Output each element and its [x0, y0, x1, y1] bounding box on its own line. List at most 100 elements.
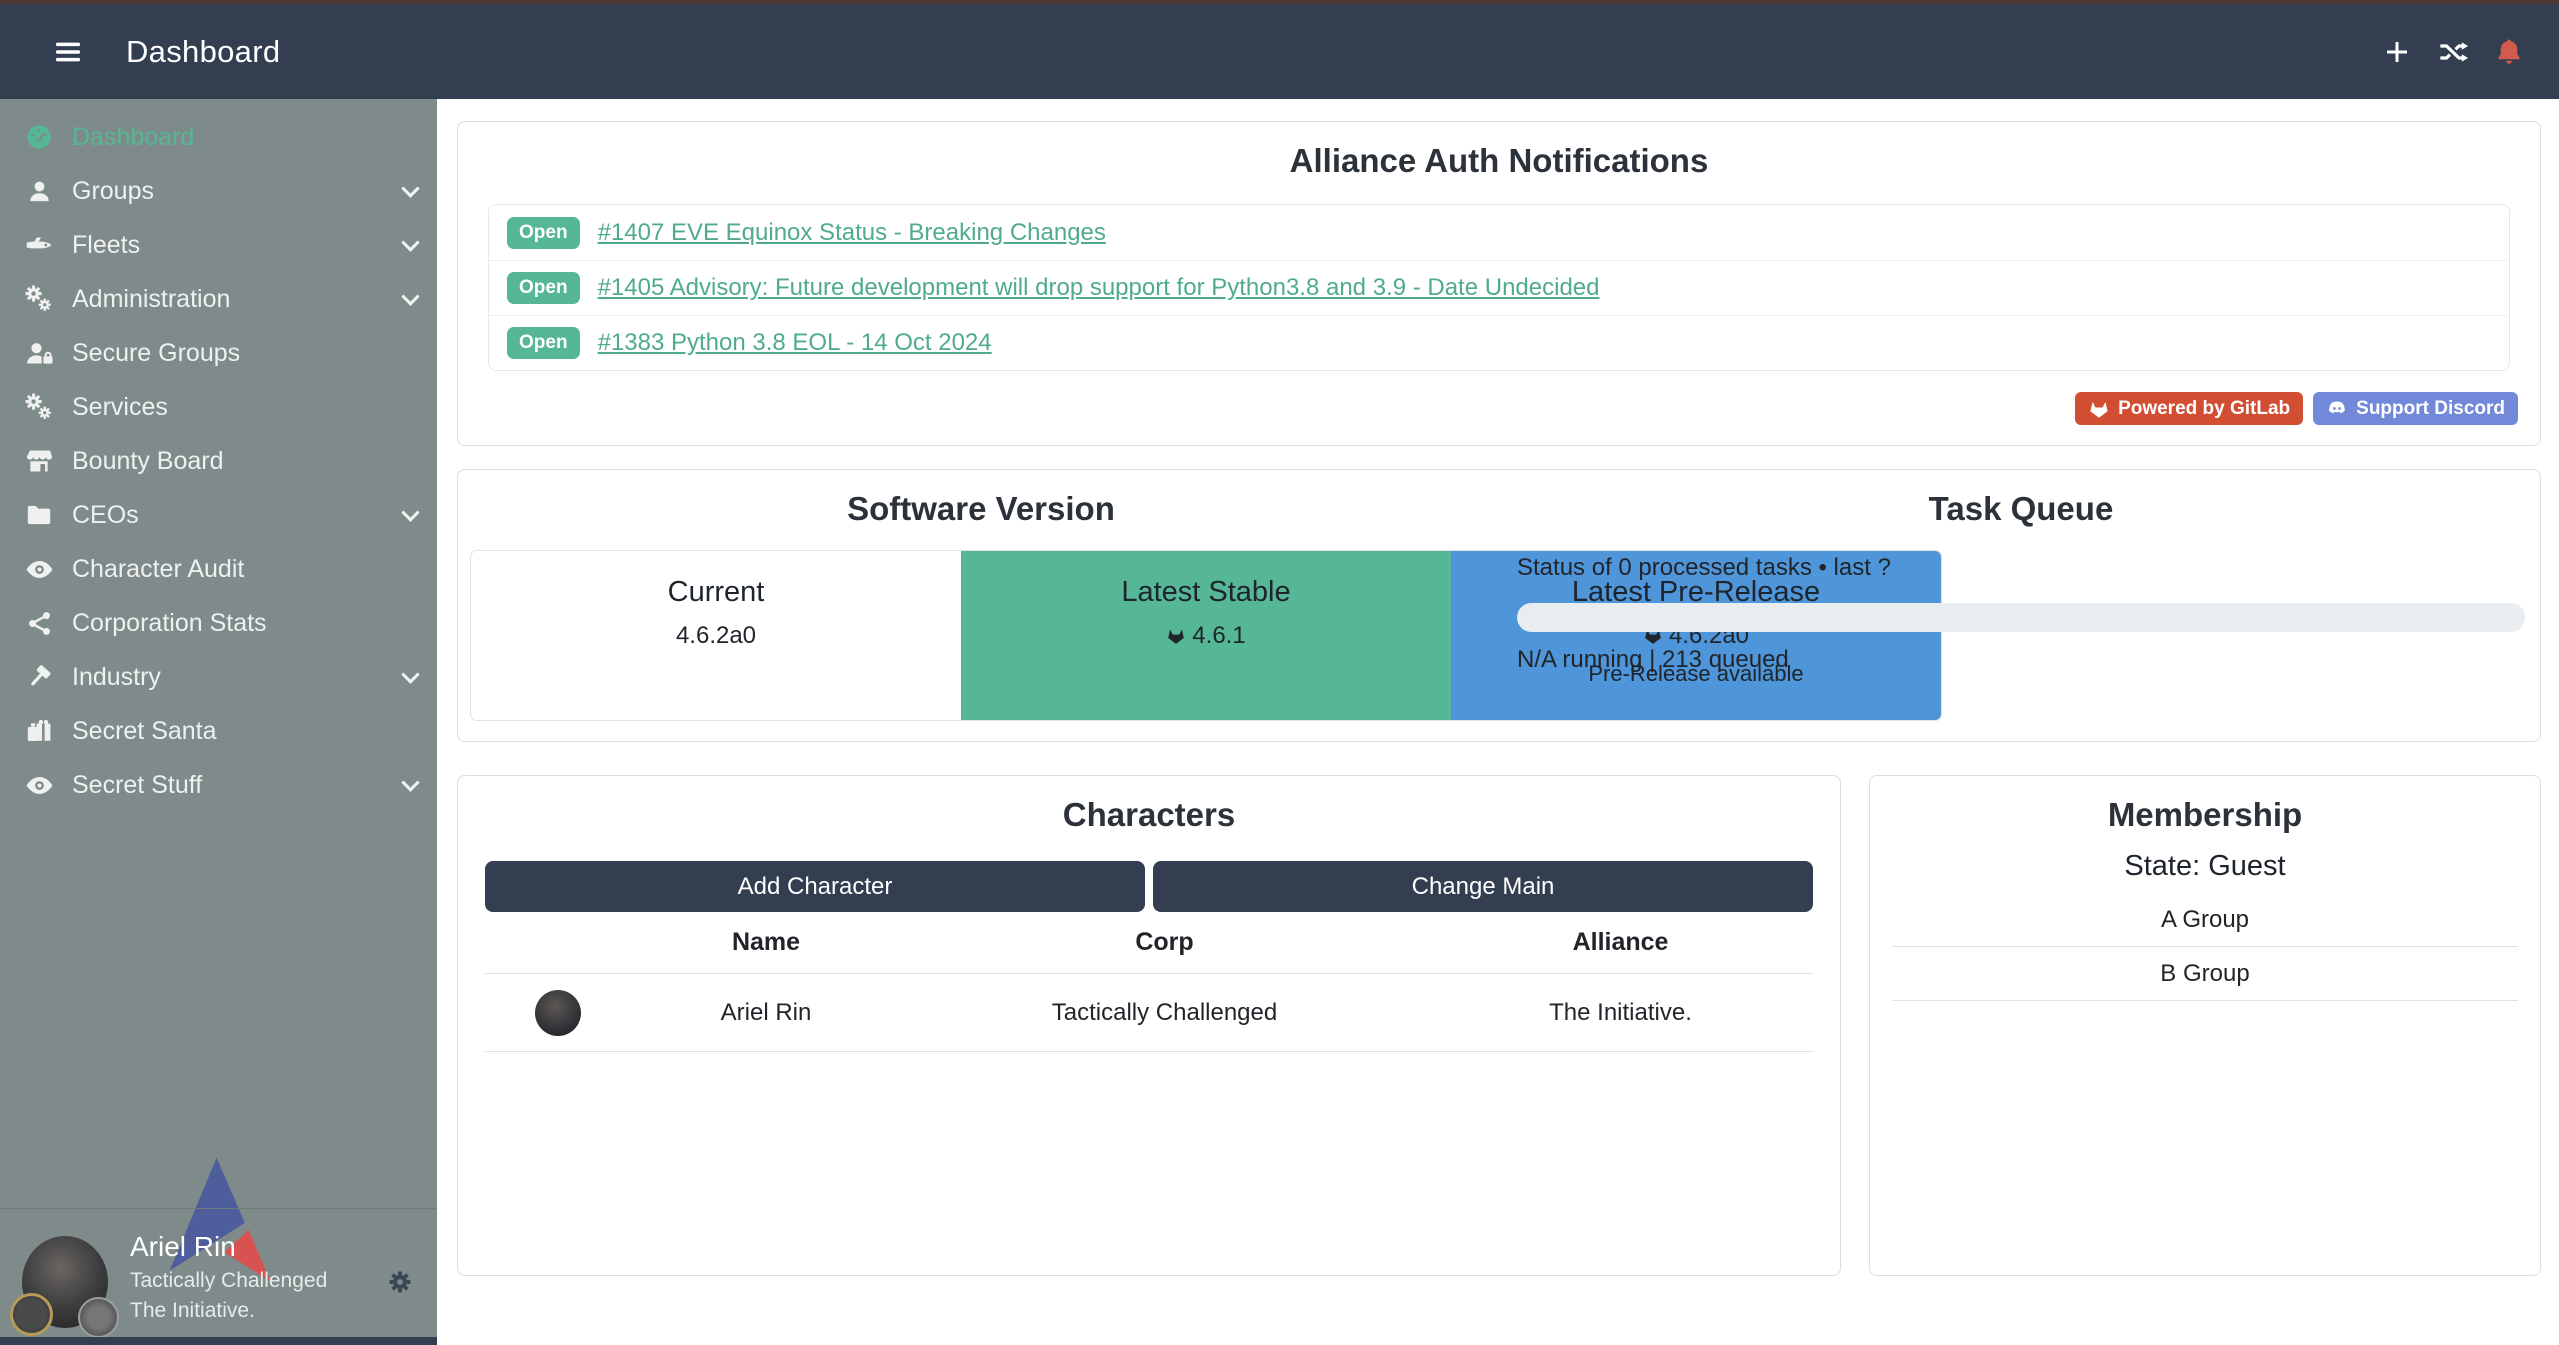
eye-icon [22, 770, 56, 800]
user-icon [22, 176, 56, 206]
sidebar-item-fleets[interactable]: Fleets [0, 218, 437, 272]
sidebar-item-label: Groups [72, 177, 154, 206]
discord-icon [2326, 398, 2348, 420]
task-queue-section: Task Queue Status of 0 processed tasks •… [1504, 470, 2542, 741]
software-version-title: Software Version [458, 490, 1504, 528]
share-icon [22, 608, 56, 638]
sidebar-item-bounty-board[interactable]: Bounty Board [0, 434, 437, 488]
gear-icon[interactable] [385, 1267, 415, 1297]
sidebar-item-label: Services [72, 393, 168, 422]
sidebar-item-services[interactable]: Services [0, 380, 437, 434]
version-value: 4.6.1 [1192, 622, 1245, 650]
chevron-down-icon [401, 773, 419, 791]
sidebar-item-character-audit[interactable]: Character Audit [0, 542, 437, 596]
characters-card: Characters Add Character Change Main Nam… [457, 775, 1841, 1276]
sidebar-item-secret-stuff[interactable]: Secret Stuff [0, 758, 437, 812]
add-icon[interactable] [2381, 36, 2413, 68]
sidebar-item-label: Dashboard [72, 123, 194, 152]
notifications-footer: Powered by GitLab Support Discord [2075, 392, 2518, 425]
folder-icon [22, 500, 56, 530]
gauge-icon [22, 122, 56, 152]
notifications-list: Open #1407 EVE Equinox Status - Breaking… [488, 204, 2510, 371]
task-queue-status: Status of 0 processed tasks • last ? [1517, 554, 2525, 582]
user-panel[interactable]: Ariel Rin Tactically Challenged The Init… [0, 1209, 437, 1337]
sidebar-item-dashboard[interactable]: Dashboard [0, 110, 437, 164]
chevron-down-icon [401, 233, 419, 251]
sidebar-item-label: Secure Groups [72, 339, 240, 368]
software-version-card: Software Version Current 4.6.2a0 Latest … [457, 469, 2541, 742]
character-corp: Tactically Challenged [901, 999, 1428, 1027]
navbar-actions [2381, 4, 2525, 99]
bell-icon[interactable] [2493, 36, 2525, 68]
notification-link[interactable]: #1407 EVE Equinox Status - Breaking Chan… [598, 219, 1106, 247]
page-title: Dashboard [126, 34, 280, 70]
powered-by-gitlab-badge[interactable]: Powered by GitLab [2075, 392, 2303, 425]
top-navbar: Dashboard [0, 4, 2559, 99]
character-portrait [535, 990, 581, 1036]
list-item: A Group [1892, 893, 2518, 947]
version-label: Current [471, 576, 961, 609]
sidebar-item-label: Bounty Board [72, 447, 224, 476]
chevron-down-icon [401, 179, 419, 197]
sidebar-item-label: Fleets [72, 231, 140, 260]
chevron-down-icon [401, 503, 419, 521]
version-current-cell: Current 4.6.2a0 [471, 551, 961, 720]
sidebar-item-ceos[interactable]: CEOs [0, 488, 437, 542]
add-character-button[interactable]: Add Character [485, 861, 1145, 912]
character-name: Ariel Rin [631, 999, 901, 1027]
sidebar-item-label: Administration [72, 285, 230, 314]
sidebar-item-label: Industry [72, 663, 161, 692]
cogs-icon [22, 392, 56, 422]
membership-title: Membership [1870, 796, 2540, 834]
sidebar-item-label: Secret Santa [72, 717, 217, 746]
table-row: Ariel Rin Tactically Challenged The Init… [485, 974, 1813, 1052]
shuffle-icon[interactable] [2437, 36, 2469, 68]
character-alliance: The Initiative. [1428, 999, 1813, 1027]
sidebar-item-label: Character Audit [72, 555, 244, 584]
notifications-card: Alliance Auth Notifications Open #1407 E… [457, 121, 2541, 446]
change-main-button[interactable]: Change Main [1153, 861, 1813, 912]
store-icon [22, 446, 56, 476]
user-name: Ariel Rin [130, 1231, 236, 1263]
characters-buttons: Add Character Change Main [485, 861, 1813, 912]
name-column-header: Name [631, 928, 901, 957]
app-root: Dashboard Dashboard Groups Fleets [0, 0, 2559, 1345]
notification-item: Open #1383 Python 3.8 EOL - 14 Oct 2024 [489, 315, 2509, 370]
sidebar-item-label: Secret Stuff [72, 771, 202, 800]
user-corp: Tactically Challenged [130, 1269, 327, 1293]
sidebar-item-groups[interactable]: Groups [0, 164, 437, 218]
sidebar-item-label: Corporation Stats [72, 609, 267, 638]
notification-link[interactable]: #1405 Advisory: Future development will … [598, 274, 1600, 302]
version-value: 4.6.2a0 [676, 622, 756, 650]
status-badge: Open [507, 217, 580, 249]
status-badge: Open [507, 272, 580, 304]
sidebar-item-secure-groups[interactable]: Secure Groups [0, 326, 437, 380]
sidebar-item-secret-santa[interactable]: Secret Santa [0, 704, 437, 758]
sidebar-item-administration[interactable]: Administration [0, 272, 437, 326]
menu-icon[interactable] [52, 36, 84, 68]
membership-state: State: Guest [1870, 850, 2540, 883]
notification-link[interactable]: #1383 Python 3.8 EOL - 14 Oct 2024 [598, 329, 992, 357]
hammer-icon [22, 662, 56, 692]
status-badge: Open [507, 327, 580, 359]
sidebar-menu: Dashboard Groups Fleets Administration S… [0, 99, 437, 812]
characters-table: Name Corp Alliance Ariel Rin Tactically … [485, 912, 1813, 1052]
alliance-logo-badge [78, 1297, 119, 1338]
eye-icon [22, 554, 56, 584]
sidebar-item-corporation-stats[interactable]: Corporation Stats [0, 596, 437, 650]
version-label: Latest Stable [961, 576, 1451, 609]
notification-item: Open #1405 Advisory: Future development … [489, 260, 2509, 315]
badge-label: Support Discord [2356, 398, 2505, 420]
task-queue-summary: N/A running | 213 queued [1517, 646, 2525, 674]
user-alliance: The Initiative. [130, 1299, 255, 1323]
gitlab-icon [1166, 626, 1186, 646]
task-queue-progressbar [1517, 603, 2525, 632]
sidebar-item-industry[interactable]: Industry [0, 650, 437, 704]
notifications-title: Alliance Auth Notifications [458, 142, 2540, 180]
version-stable-cell: Latest Stable 4.6.1 [961, 551, 1451, 720]
badge-label: Powered by GitLab [2118, 398, 2290, 420]
sidebar-bottom-strip [0, 1337, 437, 1345]
user-lock-icon [22, 338, 56, 368]
sidebar-item-label: CEOs [72, 501, 139, 530]
support-discord-badge[interactable]: Support Discord [2313, 392, 2518, 425]
